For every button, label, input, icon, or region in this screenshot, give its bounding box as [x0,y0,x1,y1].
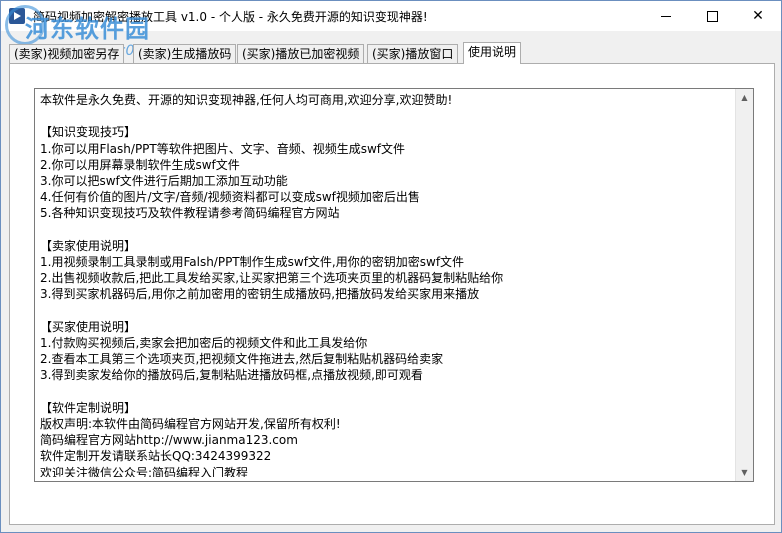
instruction-line: 2.出售视频收款后,把此工具发给买家,让买家把第三个选项夹页里的机器码复制粘贴给… [40,271,504,286]
app-icon[interactable] [9,8,25,24]
instructions-panel: 本软件是永久免费、开源的知识变现神器,任何人均可商用,欢迎分享,欢迎赞助! 【知… [9,63,775,525]
instruction-line: 【买家使用说明】 [40,319,137,334]
instruction-line: 5.各种知识变现技巧及软件教程请参考简码编程官方网站 [40,206,340,221]
instruction-line: 版权声明:本软件由简码编程官方网站开发,保留所有权利! [40,417,341,432]
instruction-line: 【软件定制说明】 [40,400,137,415]
instruction-line: 【知识变现技巧】 [40,125,137,140]
title-bar[interactable]: 简码视频加密解密播放工具 v1.0 - 个人版 - 永久免费开源的知识变现神器!… [1,1,781,59]
close-button[interactable]: ✕ [735,1,781,31]
instruction-line [40,108,735,124]
instruction-line: 3.你可以把swf文件进行后期加工添加互动功能 [40,174,288,189]
close-icon: ✕ [752,8,764,24]
instruction-line: 本软件是永久免费、开源的知识变现神器,任何人均可商用,欢迎分享,欢迎赞助! [40,93,453,107]
minimize-button[interactable] [643,1,689,31]
instruction-line: 1.用视频录制工具录制或用Falsh/PPT制作生成swf文件,用你的密钥加密s… [40,255,465,270]
tab-seller-encrypt[interactable]: (卖家)视频加密另存 [9,44,125,63]
scroll-down-icon[interactable]: ▼ [736,464,753,481]
window-title: 简码视频加密解密播放工具 v1.0 - 个人版 - 永久免费开源的知识变现神器! [33,10,428,24]
instruction-line: 2.你可以用屏幕录制软件生成swf文件 [40,157,240,172]
instructions-text: 本软件是永久免费、开源的知识变现神器,任何人均可商用,欢迎分享,欢迎赞助! 【知… [40,92,735,477]
instructions-textbox[interactable]: 本软件是永久免费、开源的知识变现神器,任何人均可商用,欢迎分享,欢迎赞助! 【知… [34,88,754,482]
instruction-line: 【卖家使用说明】 [40,238,137,253]
instruction-line: 3.得到卖家发给你的播放码后,复制粘贴进播放码框,点播放视频,即可观看 [40,368,423,383]
instruction-line [40,303,735,319]
maximize-icon [706,10,718,22]
instruction-line: 1.付款购买视频后,卖家会把加密后的视频文件和此工具发给你 [40,336,368,351]
tab-instructions[interactable]: 使用说明 [463,42,522,64]
instruction-line [40,222,735,238]
instruction-line: 1.你可以用Flash/PPT等软件把图片、文字、音频、视频生成swf文件 [40,141,406,156]
minimize-icon [661,15,671,17]
instruction-line: 3.得到买家机器码后,用你之前加密用的密钥生成播放码,把播放码发给买家用来播放 [40,287,480,302]
vertical-scrollbar[interactable]: ▲ ▼ [735,89,753,481]
instruction-line: 2.查看本工具第三个选项夹页,把视频文件拖进去,然后复制粘贴机器码给卖家 [40,352,444,367]
maximize-button[interactable] [689,1,735,31]
instruction-line: 4.任何有价值的图片/文字/音频/视频资料都可以变成swf视频加密后出售 [40,190,420,205]
app-window: 简码视频加密解密播放工具 v1.0 - 个人版 - 永久免费开源的知识变现神器!… [0,0,782,533]
instruction-line: 简码编程官方网站http://www.jianma123.com [40,433,298,448]
instruction-line: 欢迎关注微信公众号:简码编程入门教程 [40,465,249,477]
tab-buyer-play-encrypted[interactable]: (买家)播放已加密视频 [237,44,365,63]
tab-buyer-player-window[interactable]: (买家)播放窗口 [367,44,459,63]
tab-seller-generate-code[interactable]: (卖家)生成播放码 [133,44,237,63]
instruction-line: 软件定制开发请联系站长QQ:3424399322 [40,449,272,464]
scroll-up-icon[interactable]: ▲ [736,89,753,106]
instruction-line [40,384,735,400]
